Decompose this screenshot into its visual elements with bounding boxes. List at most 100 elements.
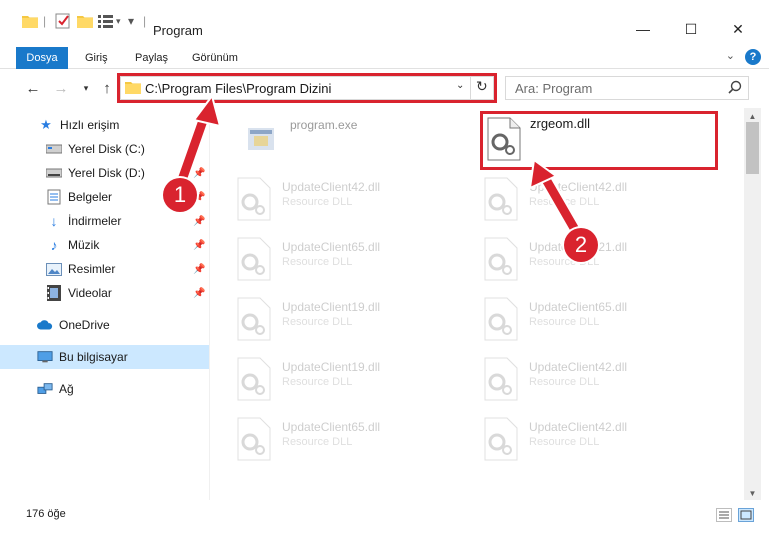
exe-icon xyxy=(248,128,274,150)
file-item[interactable]: UpdateClient42.dll Resource DLL xyxy=(483,356,713,406)
pin-icon[interactable]: 📌 xyxy=(193,168,205,179)
pictures-icon xyxy=(46,261,62,277)
status-bar xyxy=(0,500,769,533)
dll-icon xyxy=(237,237,271,281)
pin-icon[interactable]: 📌 xyxy=(193,240,205,251)
pin-icon[interactable]: 📌 xyxy=(193,216,205,227)
qa-customize-icon[interactable]: ▾ xyxy=(128,10,134,32)
search-icon[interactable] xyxy=(728,80,742,97)
minimize-button[interactable]: — xyxy=(620,14,666,44)
file-name: UpdateClient19.dll xyxy=(282,300,381,314)
qa-dropdown-icon[interactable]: ▾ xyxy=(116,10,121,32)
file-name: UpdateClient65.dll xyxy=(282,420,381,434)
tab-file[interactable]: Dosya xyxy=(16,47,68,69)
file-highlight xyxy=(480,111,718,170)
scrollbar-thumb[interactable] xyxy=(746,122,759,174)
sidebar-item-pictures[interactable]: Resimler 📌 xyxy=(0,257,209,281)
sidebar-item-quick-access[interactable]: ★ Hızlı erişim xyxy=(0,113,209,137)
tab-home[interactable]: Giriş xyxy=(85,47,108,69)
dll-icon xyxy=(484,177,518,221)
sidebar-item-onedrive[interactable]: OneDrive xyxy=(0,313,209,337)
sidebar-item-network[interactable]: Ağ xyxy=(0,377,209,401)
up-arrow-icon[interactable]: ↑ xyxy=(98,78,116,98)
file-name: UpdateClient42.dll xyxy=(529,420,628,434)
tab-share[interactable]: Paylaş xyxy=(135,47,168,69)
search-input[interactable]: Ara: Program xyxy=(515,81,592,96)
new-folder-icon[interactable] xyxy=(77,10,93,32)
step-2-badge: 2 xyxy=(564,228,598,262)
file-item[interactable]: UpdateClient42.dll Resource DLL xyxy=(483,176,713,226)
sidebar-item-label: Ağ xyxy=(59,382,74,396)
dll-icon xyxy=(237,357,271,401)
file-item[interactable]: UpdateClient19.dll Resource DLL xyxy=(236,296,466,346)
customize-view-icon[interactable] xyxy=(98,10,114,32)
download-icon: ↓ xyxy=(50,213,58,229)
star-icon: ★ xyxy=(40,117,52,132)
file-type: Resource DLL xyxy=(529,196,600,208)
file-item[interactable]: UpdateClient42.dll Resource DLL xyxy=(483,416,713,466)
scroll-down-icon[interactable]: ▼ xyxy=(746,487,759,499)
file-type: Resource DLL xyxy=(282,436,353,448)
dll-icon xyxy=(237,177,271,221)
sidebar-item-label: İndirmeler xyxy=(68,214,122,228)
cloud-icon xyxy=(37,317,53,333)
large-icons-view-icon[interactable] xyxy=(738,508,754,522)
sidebar-item-label: Videolar xyxy=(68,286,112,300)
sidebar-item-local-disk-c[interactable]: Yerel Disk (C:) xyxy=(0,137,209,161)
ribbon-tabs: Dosya Giriş Paylaş Görünüm ⌄ ? xyxy=(0,44,769,69)
file-name: UpdateClient65.dll xyxy=(529,300,628,314)
sidebar-item-downloads[interactable]: ↓ İndirmeler 📌 xyxy=(0,209,209,233)
maximize-button[interactable]: ☐ xyxy=(668,14,714,44)
sidebar-item-music[interactable]: ♪ Müzik 📌 xyxy=(0,233,209,257)
pin-icon[interactable]: 📌 xyxy=(193,288,205,299)
dll-icon xyxy=(237,297,271,341)
sidebar-item-label: Yerel Disk (D:) xyxy=(68,166,145,180)
title-bar: | ▾ ▾ | Program — ☐ ✕ xyxy=(0,0,769,44)
file-item[interactable]: program.exe xyxy=(244,114,474,164)
sidebar-item-label: OneDrive xyxy=(59,318,110,332)
file-item[interactable]: UpdateClient19.dll Resource DLL xyxy=(236,356,466,406)
dll-icon xyxy=(484,417,518,461)
window-title: Program xyxy=(153,23,203,38)
help-icon[interactable]: ? xyxy=(745,49,761,65)
file-item[interactable]: UpdateClient42.dll Resource DLL xyxy=(236,176,466,226)
details-view-icon[interactable] xyxy=(716,508,732,522)
sidebar-item-this-pc[interactable]: Bu bilgisayar xyxy=(0,345,209,369)
sidebar-item-label: Belgeler xyxy=(68,190,113,204)
file-type: Resource DLL xyxy=(529,316,600,328)
network-icon xyxy=(37,381,53,397)
recent-locations-icon[interactable]: ▾ xyxy=(80,78,92,98)
disk-icon xyxy=(46,165,62,181)
dll-icon xyxy=(484,357,518,401)
file-type: Resource DLL xyxy=(282,376,353,388)
documents-icon xyxy=(46,189,62,205)
dll-icon xyxy=(237,417,271,461)
sidebar-item-label: Bu bilgisayar xyxy=(59,350,128,364)
file-type: Resource DLL xyxy=(282,256,353,268)
music-icon: ♪ xyxy=(50,237,58,253)
computer-icon xyxy=(37,349,53,365)
step-1-badge: 1 xyxy=(163,178,197,212)
file-item[interactable]: UpdateClient65.dll Resource DLL xyxy=(236,416,466,466)
file-item[interactable]: UpdateClient65.dll Resource DLL xyxy=(483,296,713,346)
file-item[interactable]: UpdateClient65.dll Resource DLL xyxy=(236,236,466,286)
forward-arrow-icon[interactable]: → xyxy=(52,78,70,98)
navigation-pane: ★ Hızlı erişim Yerel Disk (C:) Yerel Dis… xyxy=(0,108,209,500)
toolbar-separator: | xyxy=(143,14,147,28)
file-name: UpdateClient19.dll xyxy=(282,360,381,374)
scroll-up-icon[interactable]: ▲ xyxy=(746,110,759,122)
pane-divider[interactable] xyxy=(209,108,210,500)
item-count: 176 öğe xyxy=(26,508,66,520)
tab-view[interactable]: Görünüm xyxy=(192,47,238,69)
back-arrow-icon[interactable]: ← xyxy=(24,78,42,98)
file-item[interactable]: UpdateClient21.dll Resource DLL xyxy=(483,236,713,286)
sidebar-item-videos[interactable]: Videolar 📌 xyxy=(0,281,209,305)
ribbon-expand-icon[interactable]: ⌄ xyxy=(726,49,735,62)
sidebar-item-label: Yerel Disk (C:) xyxy=(68,142,145,156)
properties-icon[interactable] xyxy=(55,10,71,32)
close-button[interactable]: ✕ xyxy=(715,14,761,44)
file-type: Resource DLL xyxy=(282,196,353,208)
file-name: program.exe xyxy=(290,118,358,132)
sidebar-item-label: Müzik xyxy=(68,238,100,252)
pin-icon[interactable]: 📌 xyxy=(193,264,205,275)
